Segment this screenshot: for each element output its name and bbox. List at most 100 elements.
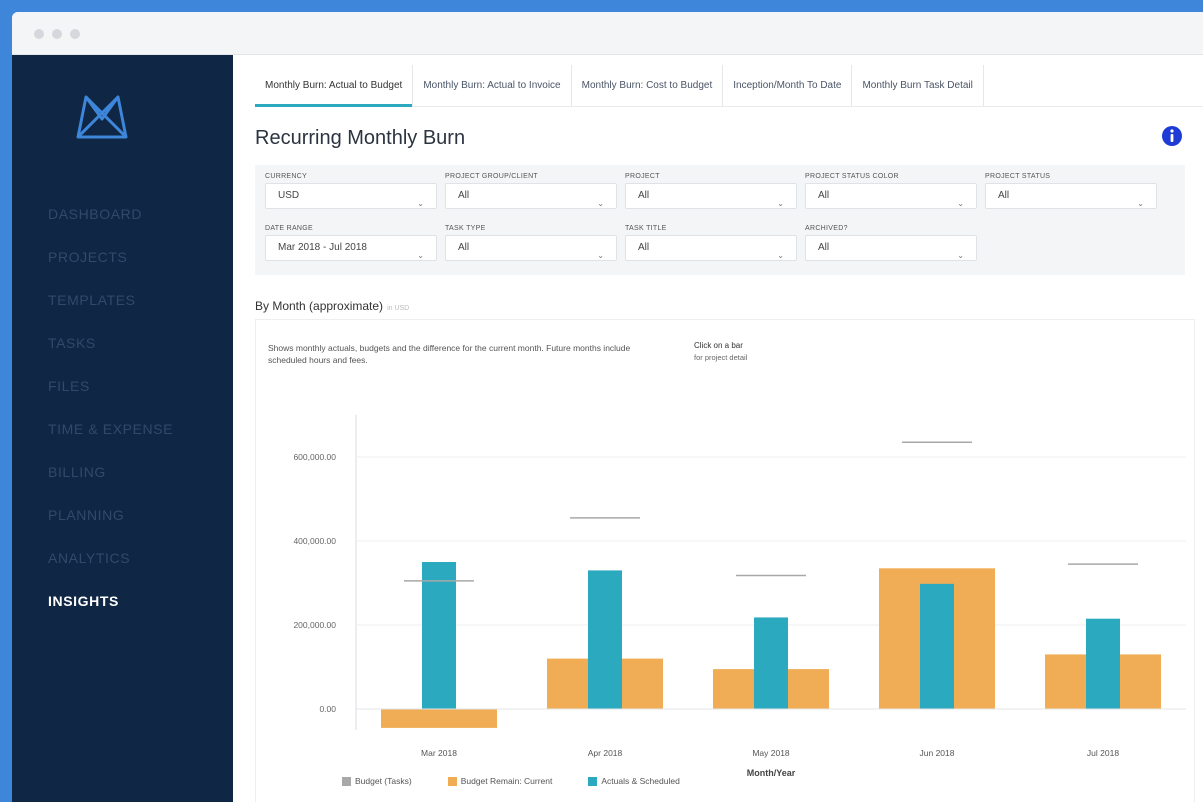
filter-value: All xyxy=(818,190,830,201)
chevron-down-icon: ⌄ xyxy=(597,251,604,260)
section-title: By Month (approximate) in USD xyxy=(255,299,409,313)
chevron-down-icon: ⌄ xyxy=(777,251,784,260)
filter-value: All xyxy=(458,190,470,201)
filter-label: PROJECT xyxy=(625,173,660,180)
filter-label: PROJECT STATUS xyxy=(985,173,1051,180)
main-content: Monthly Burn: Actual to Budget Monthly Bu… xyxy=(233,55,1203,802)
bar-budget-remain[interactable] xyxy=(381,709,497,728)
filter-value: All xyxy=(638,190,650,201)
tab-3[interactable]: Monthly Burn: Cost to Budget xyxy=(572,65,724,106)
filter-6: DATE RANGE Mar 2018 - Jul 2018 ⌄ xyxy=(265,223,437,261)
x-tick-label: Apr 2018 xyxy=(588,748,623,758)
app-window: DASHBOARD PROJECTS TEMPLATES TASKS FILES TIME… xyxy=(12,12,1203,802)
chevron-down-icon: ⌄ xyxy=(957,199,964,208)
legend-item[interactable]: Actuals & Scheduled xyxy=(588,776,680,786)
filter-label: ARCHIVED? xyxy=(805,225,848,232)
filter-value: All xyxy=(998,190,1010,201)
sidebar-item-projects[interactable]: PROJECTS xyxy=(48,236,173,279)
filter-2: PROJECT GROUP/CLIENT All ⌄ xyxy=(445,171,617,209)
y-tick-label: 0.00 xyxy=(319,704,336,714)
sidebar-item-insights[interactable]: INSIGHTS xyxy=(48,580,173,623)
sidebar-item-planning[interactable]: PLANNING xyxy=(48,494,173,537)
filter-panel: CURRENCY USD ⌄ PROJECT GROUP/CLIENT All ⌄ PROJ… xyxy=(255,165,1185,275)
legend-swatch xyxy=(447,776,457,786)
tab-1[interactable]: Monthly Burn: Actual to Budget xyxy=(255,65,414,107)
chart-legend: Budget (Tasks) Budget Remain: Current Actu… xyxy=(342,776,680,786)
filter-select[interactable]: USD ⌄ xyxy=(265,183,437,209)
legend-item[interactable]: Budget (Tasks) xyxy=(342,776,412,786)
filter-select[interactable]: All ⌄ xyxy=(985,183,1157,209)
logo-icon[interactable] xyxy=(72,87,132,147)
chevron-down-icon: ⌄ xyxy=(1137,199,1144,208)
sidebar-item-files[interactable]: FILES xyxy=(48,365,173,408)
sidebar-item-tasks[interactable]: TASKS xyxy=(48,322,173,365)
filter-9: ARCHIVED? All ⌄ xyxy=(805,223,977,261)
filter-value: All xyxy=(818,242,830,253)
filter-1: CURRENCY USD ⌄ xyxy=(265,171,437,209)
tab-2[interactable]: Monthly Burn: Actual to Invoice xyxy=(413,65,572,106)
sidebar-item-analytics[interactable]: ANALYTICS xyxy=(48,537,173,580)
sidebar-item-billing[interactable]: BILLING xyxy=(48,451,173,494)
filter-3: PROJECT All ⌄ xyxy=(625,171,797,209)
filter-select[interactable]: All ⌄ xyxy=(445,183,617,209)
filter-label: TASK TYPE xyxy=(445,225,486,232)
window-titlebar xyxy=(12,12,1203,55)
tab-5[interactable]: Monthly Burn Task Detail xyxy=(852,65,984,106)
filter-5: PROJECT STATUS All ⌄ xyxy=(985,171,1157,209)
filter-label: PROJECT STATUS COLOR xyxy=(805,173,899,180)
bar-actuals[interactable] xyxy=(422,562,456,709)
filter-label: DATE RANGE xyxy=(265,225,313,232)
sidebar-item-templates[interactable]: TEMPLATES xyxy=(48,279,173,322)
filter-value: All xyxy=(638,242,650,253)
x-tick-label: Jul 2018 xyxy=(1087,748,1119,758)
filter-select[interactable]: All ⌄ xyxy=(805,235,977,261)
tab-4[interactable]: Inception/Month To Date xyxy=(723,65,853,106)
chevron-down-icon: ⌄ xyxy=(417,251,424,260)
bar-actuals[interactable] xyxy=(754,617,788,709)
legend-swatch xyxy=(342,776,351,786)
bar-actuals[interactable] xyxy=(920,583,954,709)
legend-item[interactable]: Budget Remain: Current xyxy=(447,776,552,786)
window-close-dot[interactable] xyxy=(34,29,44,39)
sidebar-nav: DASHBOARD PROJECTS TEMPLATES TASKS FILES TIME… xyxy=(48,193,173,623)
section-title-text: By Month (approximate) xyxy=(255,299,384,313)
legend-swatch xyxy=(588,776,598,786)
filter-select[interactable]: All ⌄ xyxy=(445,235,617,261)
chevron-down-icon: ⌄ xyxy=(777,199,784,208)
chevron-down-icon: ⌄ xyxy=(957,251,964,260)
chart-panel: Shows monthly actuals, budgets and the d… xyxy=(255,319,1195,802)
sidebar-item-dashboard[interactable]: DASHBOARD xyxy=(48,193,173,236)
x-tick-label: Mar 2018 xyxy=(421,748,457,758)
filter-select[interactable]: Mar 2018 - Jul 2018 ⌄ xyxy=(265,235,437,261)
bar-actuals[interactable] xyxy=(1086,618,1120,709)
filter-8: TASK TITLE All ⌄ xyxy=(625,223,797,261)
legend-label: Actuals & Scheduled xyxy=(601,776,680,786)
window-maximize-dot[interactable] xyxy=(70,29,80,39)
report-tabs: Monthly Burn: Actual to Budget Monthly Bu… xyxy=(255,65,1203,107)
filter-value: All xyxy=(458,242,470,253)
chevron-down-icon: ⌄ xyxy=(417,199,424,208)
burn-chart: 0.00 200,000.00 400,000.00 600,000.00 Mar 20… xyxy=(293,415,1186,778)
filter-label: TASK TITLE xyxy=(625,225,667,232)
filter-select[interactable]: All ⌄ xyxy=(625,235,797,261)
chevron-down-icon: ⌄ xyxy=(597,199,604,208)
info-icon[interactable] xyxy=(1161,125,1183,147)
legend-label: Budget (Tasks) xyxy=(355,776,412,786)
filter-value: Mar 2018 - Jul 2018 xyxy=(278,242,367,253)
x-tick-label: Jun 2018 xyxy=(920,748,955,758)
page-title: Recurring Monthly Burn xyxy=(255,127,466,149)
sidebar-item-time-expense[interactable]: TIME & EXPENSE xyxy=(48,408,173,451)
filter-select[interactable]: All ⌄ xyxy=(625,183,797,209)
y-tick-label: 600,000.00 xyxy=(293,452,336,462)
x-tick-label: May 2018 xyxy=(752,748,790,758)
x-axis-label: Month/Year xyxy=(747,768,796,778)
y-tick-label: 200,000.00 xyxy=(293,620,336,630)
section-note: in USD xyxy=(387,305,410,312)
bar-actuals[interactable] xyxy=(588,570,622,709)
filter-select[interactable]: All ⌄ xyxy=(805,183,977,209)
sidebar: DASHBOARD PROJECTS TEMPLATES TASKS FILES TIME… xyxy=(12,55,233,802)
filter-label: PROJECT GROUP/CLIENT xyxy=(445,173,538,180)
window-minimize-dot[interactable] xyxy=(52,29,62,39)
filter-label: CURRENCY xyxy=(265,173,308,180)
filter-4: PROJECT STATUS COLOR All ⌄ xyxy=(805,171,977,209)
